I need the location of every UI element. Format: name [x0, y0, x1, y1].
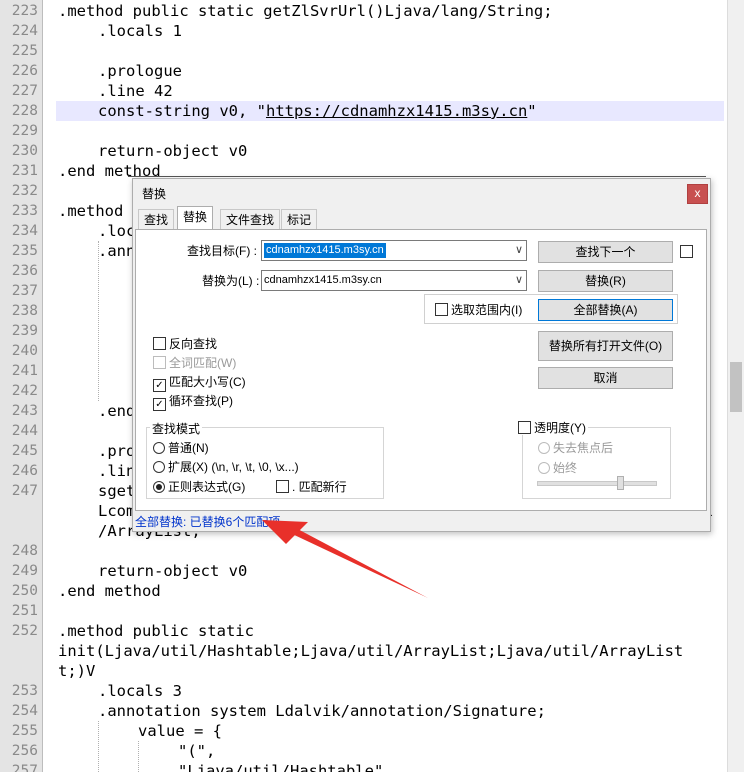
red-arrow-annotation [262, 520, 428, 598]
